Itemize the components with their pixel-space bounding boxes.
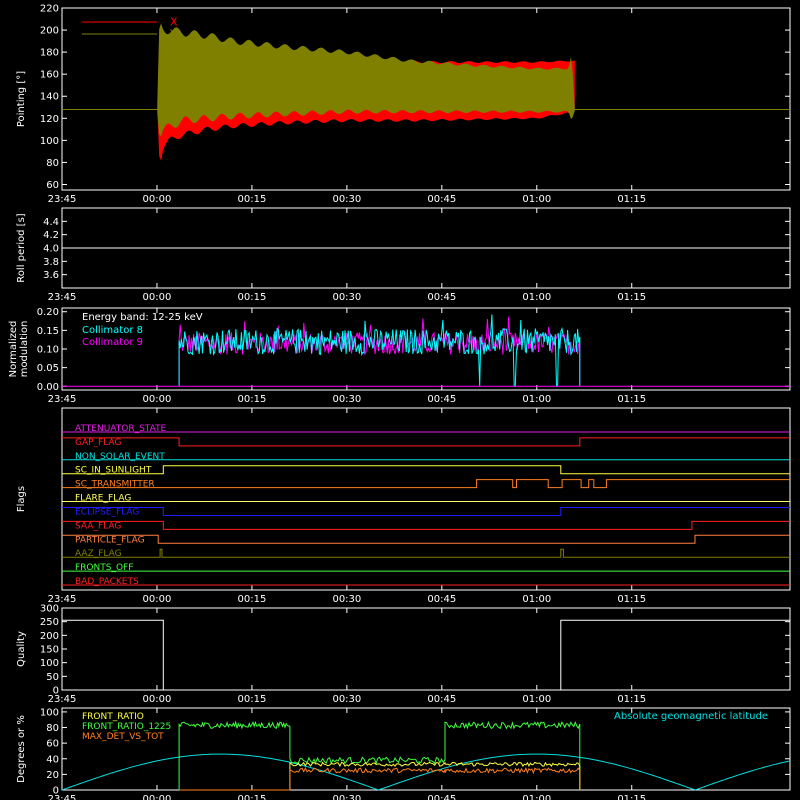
flag-label-0: ATTENUATOR_STATE <box>75 424 167 434</box>
roll-period-ytick-label: 4.4 <box>43 217 59 228</box>
quality-ytick-label: 300 <box>40 604 59 615</box>
flag-label-3: SC_IN_SUNLIGHT <box>75 466 152 476</box>
pointing-ytick-label: 160 <box>40 70 59 81</box>
ratios-ytick-label: 0 <box>53 786 59 797</box>
flag-label-7: SAA_FLAG <box>75 521 121 531</box>
pointing-ytick-label: 180 <box>40 48 59 59</box>
roll-period-ytick-label: 3.8 <box>43 257 59 268</box>
ratios-legend-label-2: MAX_DET_VS_TOT <box>82 732 164 742</box>
pointing-ytick-label: 60 <box>46 180 59 191</box>
ratios-xtick-label: 00:15 <box>237 794 266 800</box>
pointing-xtick-label: 01:00 <box>522 194 551 205</box>
flags-xtick-label: 00:00 <box>143 594 172 605</box>
roll-period-xtick-label: 00:45 <box>427 292 456 303</box>
quality-ytick-label: 200 <box>40 631 59 642</box>
quality-ytick-label: 250 <box>40 617 59 628</box>
modulation-xtick-label: 01:15 <box>617 394 646 405</box>
quality-xtick-label: 01:15 <box>617 694 646 705</box>
modulation-ytick-label: 0.05 <box>37 363 59 374</box>
flags-xtick-label: 00:30 <box>332 594 361 605</box>
roll-period-xtick-label: 00:30 <box>332 292 361 303</box>
flag-label-1: GAP_FLAG <box>75 438 121 448</box>
roll-period-xtick-label: 00:15 <box>237 292 266 303</box>
quality-xtick-label: 00:30 <box>332 694 361 705</box>
hessi-observing-summary: 23:45 00:00 00:15 00:30 00:45 01:00 01:15 60 80 1… <box>0 0 800 800</box>
ratios-annotation: Absolute geomagnetic latitude <box>614 711 768 722</box>
quality-ytick-label: 100 <box>40 658 59 669</box>
flag-label-11: BAD_PACKETS <box>75 577 139 587</box>
flags-ylabel: Flags <box>16 486 27 512</box>
pointing-xtick-label: 00:15 <box>237 194 266 205</box>
pointing-ytick-label: 120 <box>40 114 59 125</box>
pointing-xtick-label: 00:30 <box>332 194 361 205</box>
pointing-legend-label-Y: Y <box>169 28 177 41</box>
ratios-ytick-label: 80 <box>46 723 59 734</box>
roll-period-ytick-label: 4.0 <box>43 244 59 255</box>
modulation-xtick-label: 00:30 <box>332 394 361 405</box>
ratios-ytick-label: 60 <box>46 739 59 750</box>
pointing-xtick-label: 01:15 <box>617 194 646 205</box>
flag-label-8: PARTICLE_FLAG <box>75 535 145 545</box>
modulation-ylabel-line: Normalized <box>8 321 19 378</box>
ratios-xtick-label: 00:00 <box>143 794 172 800</box>
quality-xtick-label: 01:00 <box>522 694 551 705</box>
modulation-ytick-label: 0.15 <box>37 326 59 337</box>
ratios-xtick-label: 00:30 <box>332 794 361 800</box>
quality-xtick-label: 00:00 <box>143 694 172 705</box>
pointing-ytick-label: 200 <box>40 26 59 37</box>
modulation-xtick-label: 00:00 <box>143 394 172 405</box>
quality-ylabel: Quality <box>16 631 27 667</box>
modulation-xtick-label: 01:00 <box>522 394 551 405</box>
ratios-xtick-label: 01:00 <box>522 794 551 800</box>
modulation-ylabel-line: modulation <box>19 321 30 378</box>
flag-label-5: FLARE_FLAG <box>75 494 131 504</box>
ratios-legend-label-0: FRONT_RATIO <box>82 712 144 722</box>
ratios-xtick-label: 00:45 <box>427 794 456 800</box>
flags-xtick-label: 01:15 <box>617 594 646 605</box>
roll-period-ytick-label: 3.6 <box>43 270 59 281</box>
quality-ytick-label: 50 <box>46 672 59 683</box>
flags-xtick-label: 00:15 <box>237 594 266 605</box>
pointing-xtick-label: 00:00 <box>143 194 172 205</box>
ratios-ytick-label: 20 <box>46 770 59 781</box>
modulation-annotation: Energy band: 12-25 keV <box>82 312 203 323</box>
flags-xtick-label: 01:00 <box>522 594 551 605</box>
flag-label-2: NON_SOLAR_EVENT <box>75 452 165 462</box>
flags-xtick-label: 00:45 <box>427 594 456 605</box>
roll-period-xtick-label: 00:00 <box>143 292 172 303</box>
quality-ytick-label: 150 <box>40 645 59 656</box>
flag-label-9: AAZ_FLAG <box>75 549 122 559</box>
pointing-ytick-label: 220 <box>40 4 59 15</box>
modulation-xtick-label: 00:15 <box>237 394 266 405</box>
ratios-ytick-label: 100 <box>40 707 59 718</box>
modulation-ytick-label: 0.00 <box>37 382 59 393</box>
flag-label-6: ECLIPSE_FLAG <box>75 507 139 517</box>
quality-xtick-label: 00:15 <box>237 694 266 705</box>
ratios-ylabel: Degrees or % <box>16 715 27 783</box>
modulation-legend-label-0: Collimator 8 <box>82 325 143 336</box>
pointing-xtick-label: 00:45 <box>427 194 456 205</box>
pointing-ylabel: Pointing [°] <box>16 71 27 127</box>
roll-period-ytick-label: 4.2 <box>43 230 59 241</box>
modulation-ytick-label: 0.20 <box>37 307 59 318</box>
pointing-ytick-label: 100 <box>40 136 59 147</box>
flag-label-10: FRONTS_OFF <box>75 563 133 573</box>
ratios-xtick-label: 01:15 <box>617 794 646 800</box>
ratios-legend-label-1: FRONT_RATIO_1225 <box>82 722 171 732</box>
modulation-ytick-label: 0.10 <box>37 345 59 356</box>
modulation-legend-label-1: Collimator 9 <box>82 337 143 348</box>
quality-ytick-label: 0 <box>53 686 59 697</box>
roll-period-xtick-label: 01:00 <box>522 292 551 303</box>
quality-xtick-label: 00:45 <box>427 694 456 705</box>
modulation-xtick-label: 00:45 <box>427 394 456 405</box>
roll-period-xtick-label: 23:45 <box>48 292 77 303</box>
ratios-ytick-label: 40 <box>46 754 59 765</box>
pointing-ytick-label: 80 <box>46 158 59 169</box>
roll-period-xtick-label: 01:15 <box>617 292 646 303</box>
modulation-xtick-label: 23:45 <box>48 394 77 405</box>
pointing-xtick-label: 23:45 <box>48 194 77 205</box>
pointing-ytick-label: 140 <box>40 92 59 103</box>
roll-period-ylabel: Roll period [s] <box>16 213 27 282</box>
flag-label-4: SC_TRANSMITTER <box>75 480 155 490</box>
